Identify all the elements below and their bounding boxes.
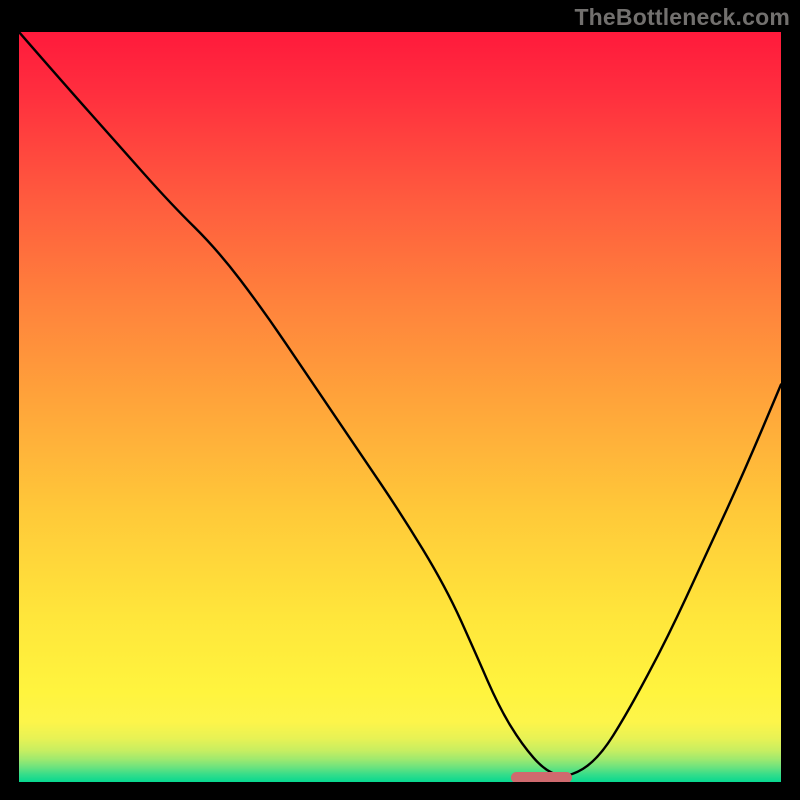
curve-path — [19, 32, 781, 776]
plot-area — [19, 32, 781, 782]
watermark-text: TheBottleneck.com — [574, 4, 790, 31]
bottleneck-curve — [19, 32, 781, 782]
chart-frame: TheBottleneck.com — [0, 0, 800, 800]
optimal-marker — [511, 772, 572, 782]
